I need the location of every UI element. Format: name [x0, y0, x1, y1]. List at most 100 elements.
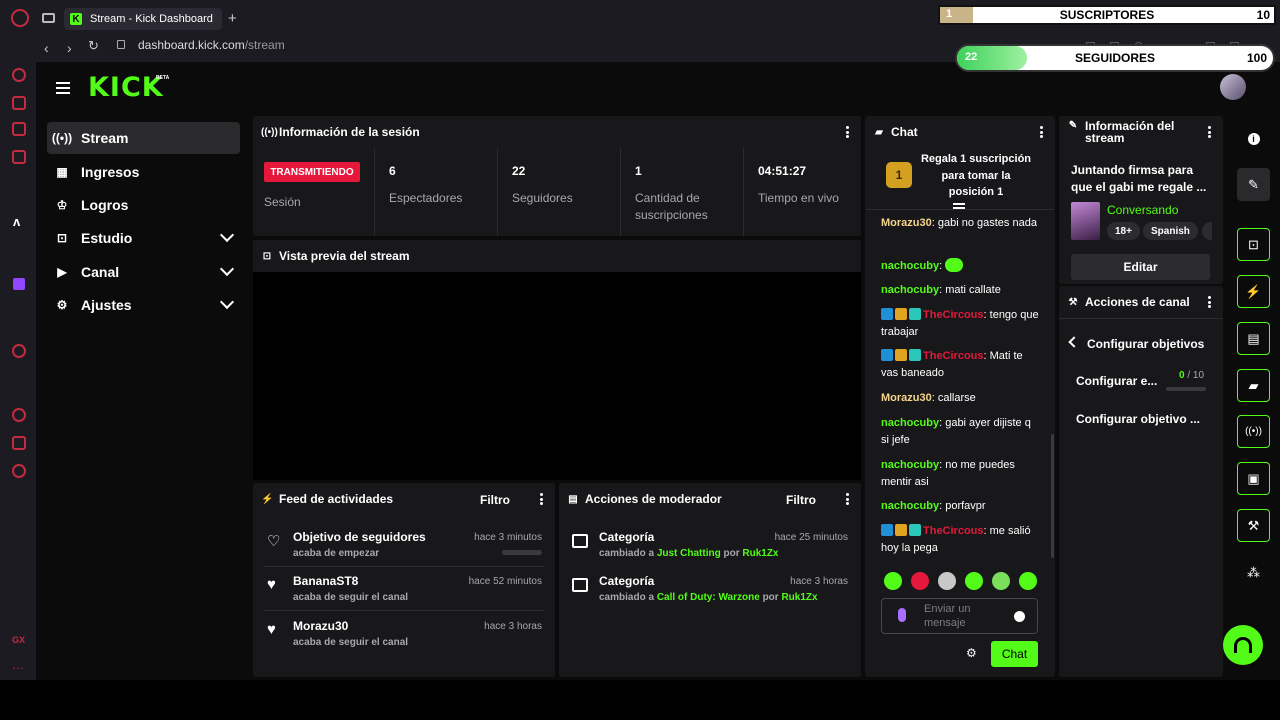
kebab-menu-icon[interactable]: [846, 126, 849, 138]
sidebar-item-ajustes[interactable]: ⚙ Ajustes: [47, 289, 240, 321]
reload-icon[interactable]: ↻: [88, 38, 99, 54]
chat-username[interactable]: nachocuby: [881, 459, 939, 471]
wrench-icon[interactable]: ⚒: [1237, 509, 1270, 542]
moderator-name[interactable]: Ruk1Zx: [742, 548, 778, 559]
sidebar-item-estudio[interactable]: ⊡ Estudio: [47, 222, 240, 254]
chat-message[interactable]: nachocuby: gabi ayer dijiste q si jefe: [881, 415, 1041, 449]
kick-logo[interactable]: KICK: [88, 72, 164, 103]
chat-username[interactable]: TheCircous: [923, 350, 984, 362]
chat-message[interactable]: nachocuby: no me puedes mentir asi: [881, 457, 1041, 491]
chat-message[interactable]: TheCircous: Mati te vas baneado: [881, 348, 1041, 382]
messenger-icon[interactable]: [12, 150, 26, 164]
kebab-menu-icon[interactable]: [846, 493, 849, 505]
twitch-app-icon[interactable]: [13, 278, 25, 290]
avatar[interactable]: [1220, 74, 1246, 100]
kick-sidebar-icon[interactable]: ʌ: [13, 214, 20, 229]
bolt-icon[interactable]: ⚡: [1237, 275, 1270, 308]
kebab-menu-icon[interactable]: [540, 493, 543, 505]
emote-icon[interactable]: [884, 572, 902, 590]
twitch-icon[interactable]: [12, 122, 26, 136]
info-icon[interactable]: i: [1237, 122, 1270, 155]
support-headset-button[interactable]: [1223, 625, 1263, 665]
settings-icon[interactable]: [12, 464, 26, 478]
chat-input[interactable]: Enviar un mensaje: [881, 598, 1038, 634]
address-bar[interactable]: dashboard.kick.com/stream: [138, 38, 285, 52]
broadcast-icon[interactable]: ((•)): [1237, 415, 1270, 448]
moderator-name[interactable]: Ruk1Zx: [781, 592, 817, 603]
list-item[interactable]: Categoría cambiado a Just Chatting por R…: [570, 530, 850, 574]
category-thumbnail[interactable]: [1071, 202, 1100, 240]
chat-message[interactable]: Morazu30: callarse: [881, 390, 1041, 407]
chat-username[interactable]: TheCircous: [923, 525, 984, 537]
category-name[interactable]: Call of Duty: Warzone: [657, 592, 760, 603]
chat-message[interactable]: TheCircous: tengo que trabajar: [881, 307, 1041, 341]
chat-username[interactable]: Morazu30: [881, 217, 932, 229]
new-tab-button[interactable]: +: [228, 10, 237, 27]
goal-item-2[interactable]: Configurar objetivo ...: [1076, 412, 1200, 426]
chat-scrollbar[interactable]: [1051, 434, 1054, 558]
chat-message[interactable]: TheCircous: me salió hoy la pega: [881, 523, 1041, 557]
apps-icon[interactable]: ⁂: [1237, 556, 1270, 589]
chat-username[interactable]: nachocuby: [881, 284, 939, 296]
kebab-menu-icon[interactable]: [1040, 126, 1043, 138]
sidebar-item-stream[interactable]: ((•)) Stream: [47, 122, 240, 154]
edit-button[interactable]: Editar: [1071, 254, 1210, 280]
emote-icon[interactable]: [1019, 572, 1037, 590]
stat-live-time: 04:51:27 Tiempo en vivo: [743, 148, 861, 236]
tab-stream[interactable]: K Stream - Kick Dashboard: [64, 8, 222, 30]
list-item[interactable]: ♡ Objetivo de seguidores acaba de empeza…: [264, 530, 544, 574]
chat-username[interactable]: Morazu30: [881, 392, 932, 404]
chat-message[interactable]: Morazu30: gabi no gastes nada: [881, 215, 1041, 232]
sidebar-item-logros[interactable]: ♔ Logros: [47, 189, 240, 221]
video-panel-icon[interactable]: ▣: [1237, 462, 1270, 495]
list-item[interactable]: ♥ Morazu30 acaba de seguir el canal hace…: [264, 619, 544, 663]
opera-logo-icon[interactable]: [11, 9, 29, 27]
chat-message[interactable]: nachocuby:: [881, 258, 1041, 275]
category-name[interactable]: Conversando: [1107, 203, 1178, 217]
category-name[interactable]: Just Chatting: [657, 548, 721, 559]
menu-icon[interactable]: [56, 82, 70, 94]
notes-icon[interactable]: ▤: [1237, 322, 1270, 355]
player-icon[interactable]: [12, 344, 26, 358]
emote-icon[interactable]: [965, 572, 983, 590]
microphone-icon[interactable]: [898, 608, 906, 622]
subs-goal: 10: [1256, 8, 1270, 22]
goal-item-1[interactable]: Configurar e... 0 / 10: [1076, 370, 1206, 396]
kebab-menu-icon[interactable]: [1208, 126, 1211, 138]
chat-message[interactable]: nachocuby: mati callate: [881, 282, 1041, 299]
forward-icon[interactable]: ›: [67, 40, 72, 56]
edit-pencil-icon[interactable]: ✎: [1237, 168, 1270, 201]
tag-spanish[interactable]: Spanish: [1143, 222, 1198, 240]
sidebar-item-canal[interactable]: ▶ Canal: [47, 256, 240, 288]
chat-username[interactable]: TheCircous: [923, 309, 984, 321]
back-icon[interactable]: ‹: [44, 40, 49, 56]
kebab-menu-icon[interactable]: [1208, 296, 1211, 308]
list-item[interactable]: Categoría cambiado a Call of Duty: Warzo…: [570, 574, 850, 618]
emote-icon[interactable]: [938, 572, 956, 590]
gx-corner-icon[interactable]: [12, 96, 26, 110]
tab-switcher-icon[interactable]: [42, 13, 55, 23]
list-item[interactable]: ♥ BananaST8 acaba de seguir el canal hac…: [264, 574, 544, 618]
chat-username[interactable]: nachocuby: [881, 417, 939, 429]
chat-icon[interactable]: ▰: [1237, 369, 1270, 402]
sidebar-item-ingresos[interactable]: ▦ Ingresos: [47, 156, 240, 188]
stream-preview-video[interactable]: [253, 272, 861, 480]
extensions-icon[interactable]: [12, 436, 26, 450]
speed-dial-icon[interactable]: [12, 68, 26, 82]
studio-camera-icon[interactable]: ⊡: [1237, 228, 1270, 261]
chat-username[interactable]: nachocuby: [881, 500, 939, 512]
chat-username[interactable]: nachocuby: [881, 260, 939, 272]
gift-leaderboard-text[interactable]: Regala 1 suscripción para tomar la posic…: [918, 151, 1034, 201]
chat-message[interactable]: nachocuby: porfavpr: [881, 498, 1041, 515]
sidebar-more-button[interactable]: …: [12, 658, 24, 672]
chat-settings-icon[interactable]: ⚙: [966, 646, 977, 660]
history-icon[interactable]: [12, 408, 26, 422]
emoji-icon[interactable]: [1014, 611, 1025, 622]
filter-button[interactable]: Filtro: [480, 493, 510, 507]
chat-send-button[interactable]: Chat: [991, 641, 1038, 667]
emote-icon[interactable]: [911, 572, 929, 590]
divider: [264, 566, 544, 567]
emote-icon[interactable]: [992, 572, 1010, 590]
tag-18plus[interactable]: 18+: [1107, 222, 1140, 240]
filter-button[interactable]: Filtro: [786, 493, 816, 507]
